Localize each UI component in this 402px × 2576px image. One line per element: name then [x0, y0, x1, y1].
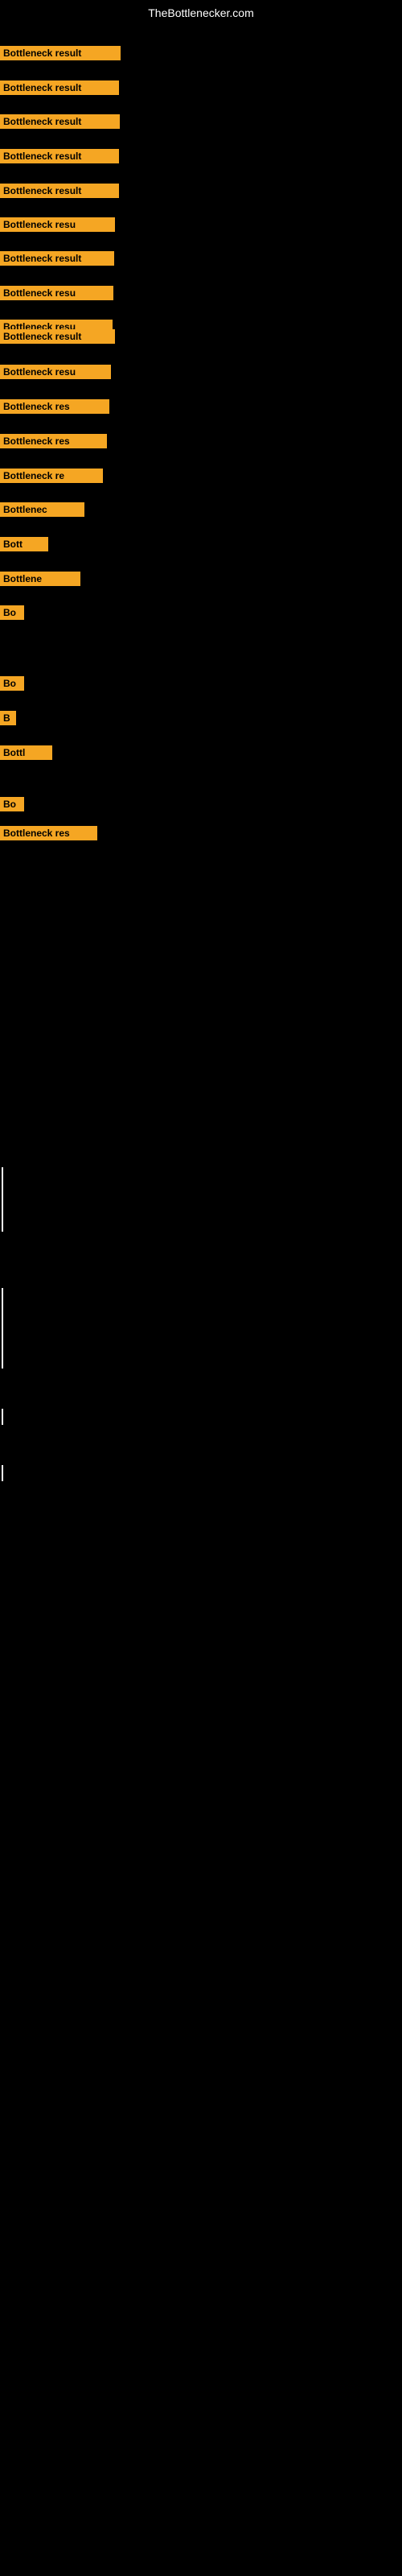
bottleneck-badge: Bottleneck result [0, 184, 119, 198]
vertical-line [2, 1352, 3, 1368]
bottleneck-badge: Bottleneck result [0, 114, 120, 129]
bottleneck-badge: Bottleneck resu [0, 365, 111, 379]
bottleneck-badge: Bottleneck resu [0, 217, 115, 232]
bottleneck-badge: Bottleneck resu [0, 286, 113, 300]
bottleneck-badge: Bottleneck res [0, 434, 107, 448]
bottleneck-badge: Bottlenec [0, 502, 84, 517]
vertical-line [2, 1167, 3, 1232]
vertical-line [2, 1465, 3, 1481]
bottleneck-badge: Bottleneck result [0, 149, 119, 163]
bottleneck-badge: Bott [0, 537, 48, 551]
bottleneck-badge: Bottleneck result [0, 251, 114, 266]
bottleneck-badge: Bottlene [0, 572, 80, 586]
bottleneck-badge: Bottl [0, 745, 52, 760]
bottleneck-badge: Bo [0, 676, 24, 691]
bottleneck-badge: B [0, 711, 16, 725]
site-title: TheBottlenecker.com [0, 6, 402, 19]
bottleneck-badge: Bottleneck result [0, 80, 119, 95]
bottleneck-badge: Bottleneck re [0, 469, 103, 483]
bottleneck-badge: Bottleneck result [0, 329, 115, 344]
bottleneck-badge: Bottleneck result [0, 46, 121, 60]
bottleneck-badge: Bottleneck res [0, 826, 97, 840]
vertical-line [2, 1288, 3, 1352]
bottleneck-badge: Bottleneck res [0, 399, 109, 414]
vertical-line [2, 1409, 3, 1425]
bottleneck-badge: Bo [0, 797, 24, 811]
bottleneck-badge: Bo [0, 605, 24, 620]
